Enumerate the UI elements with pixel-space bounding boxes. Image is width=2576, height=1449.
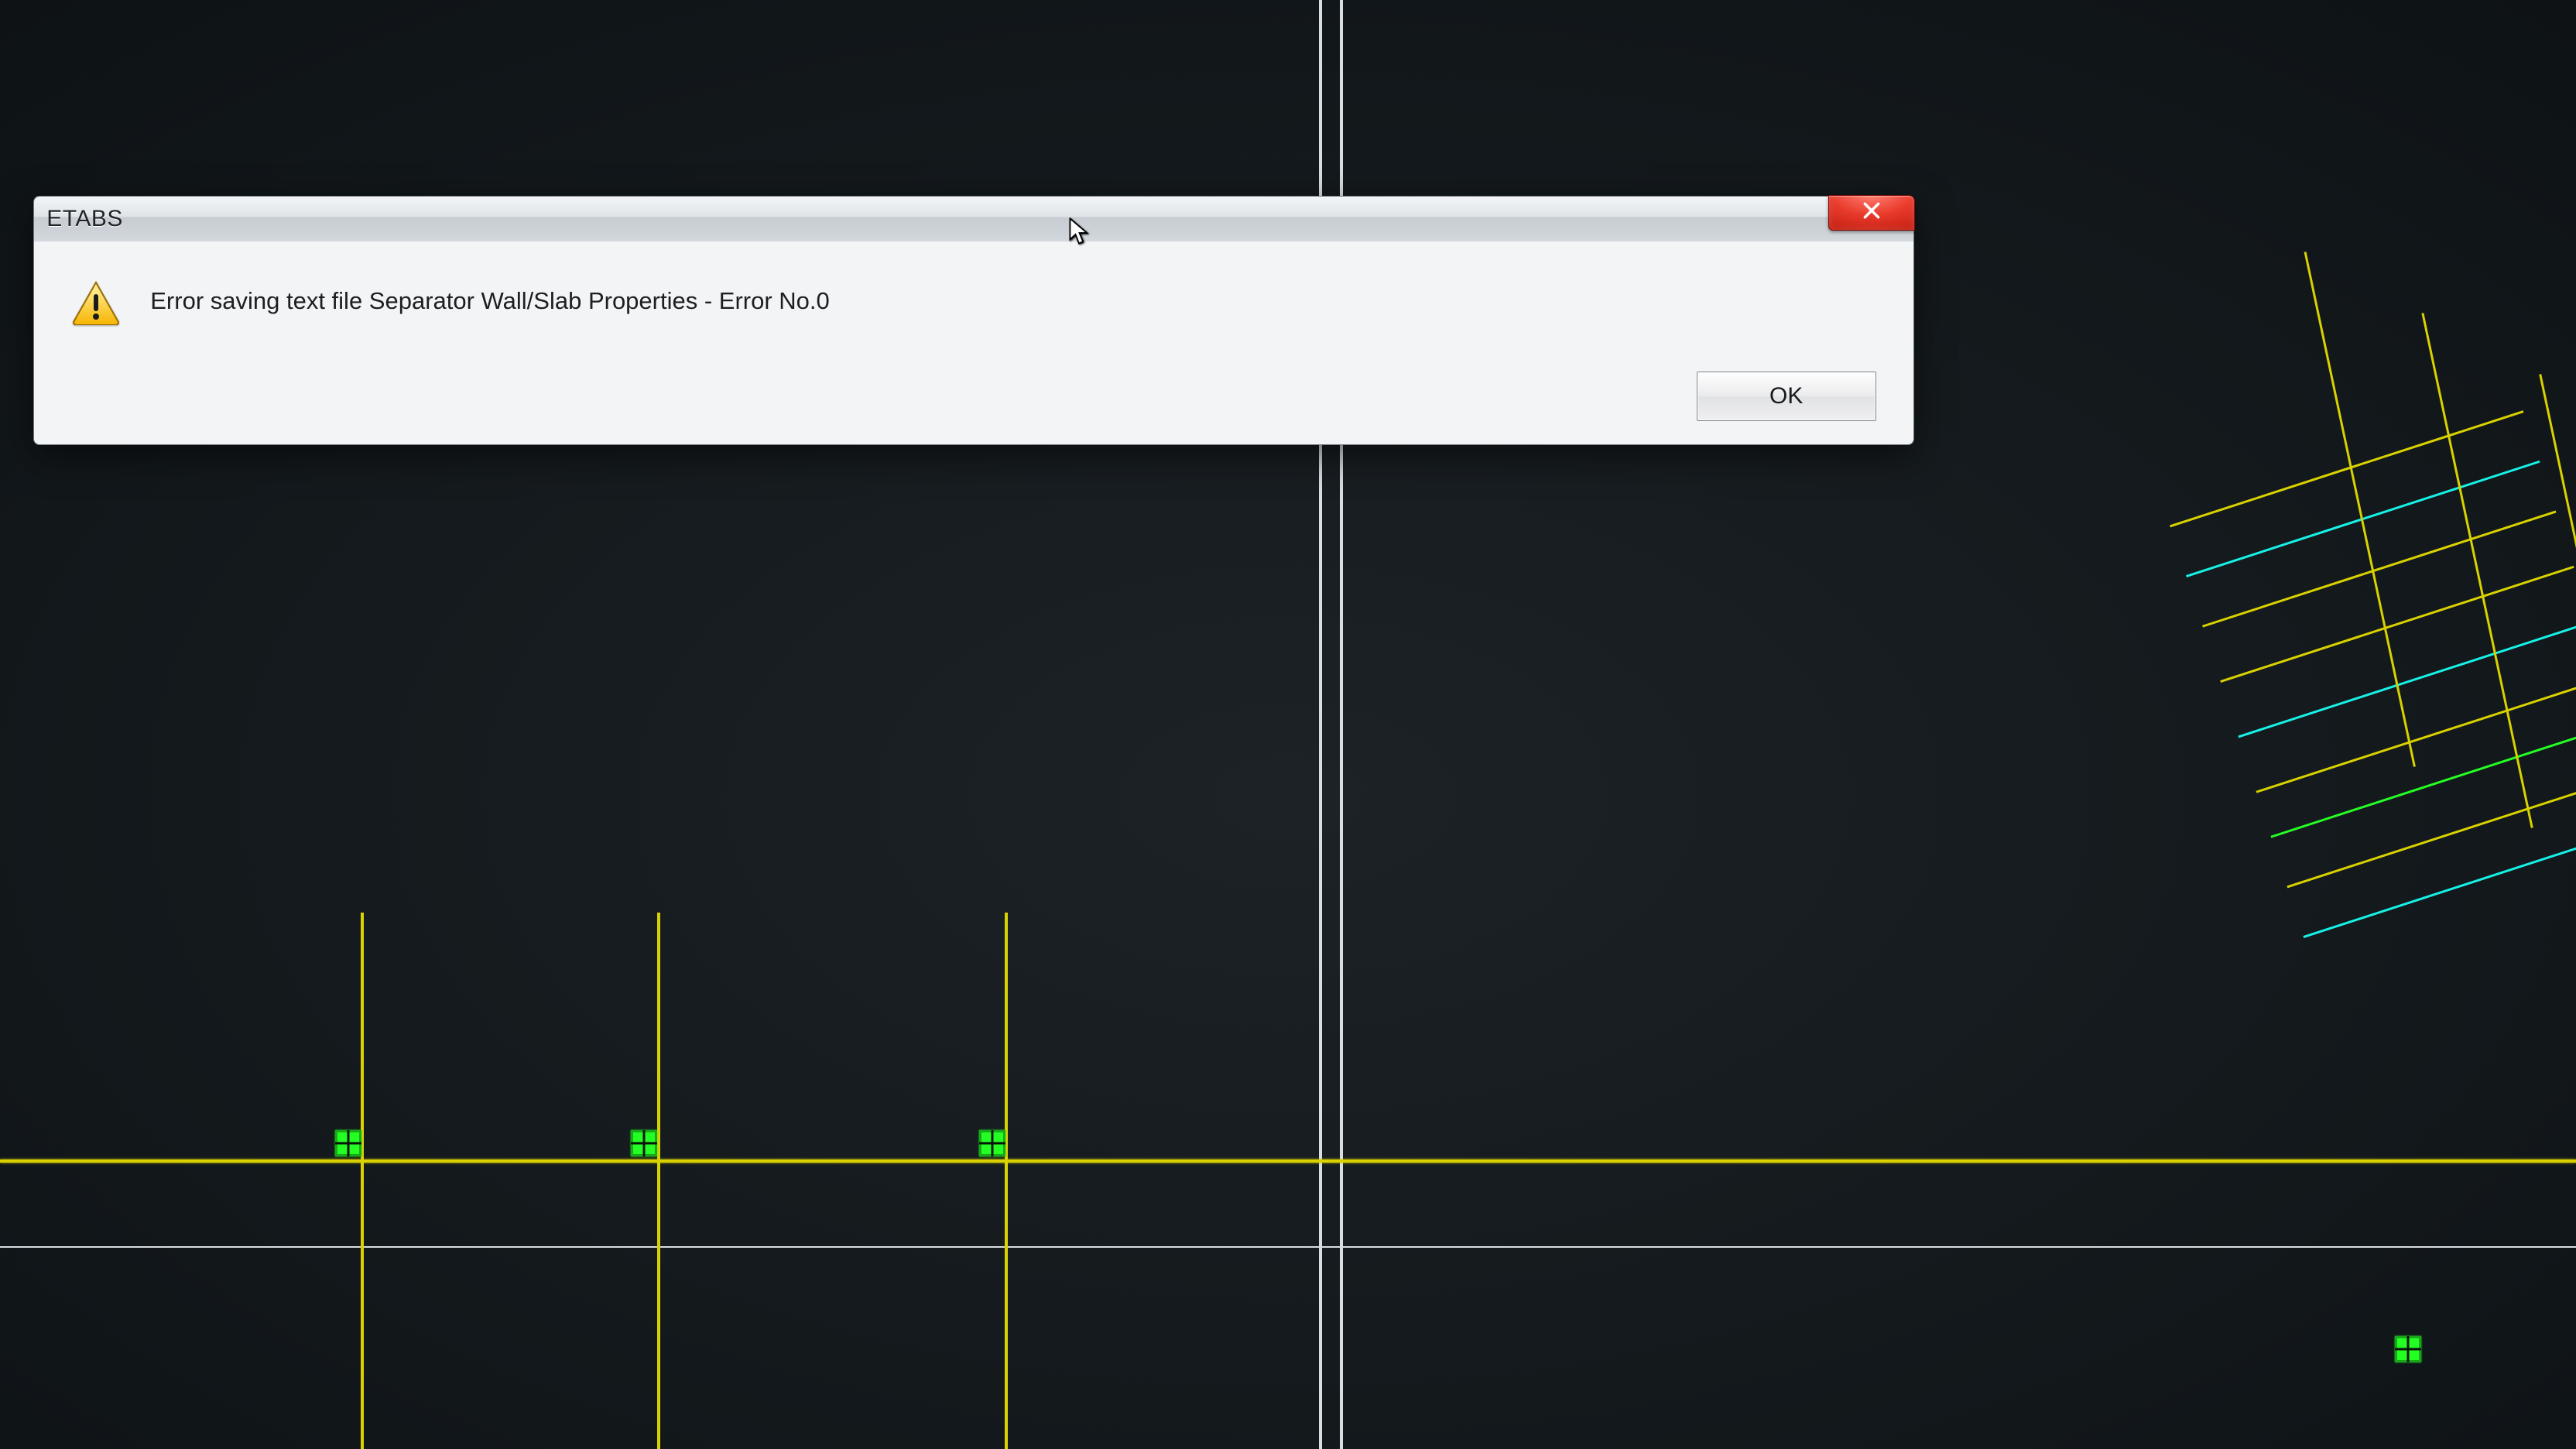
bg-grid-line (1005, 913, 1008, 1449)
bg-grid-line (657, 913, 660, 1449)
dialog-message: Error saving text file Separator Wall/Sl… (150, 280, 830, 317)
bg-grid-line (361, 913, 364, 1449)
dialog-body: Error saving text file Separator Wall/Sl… (33, 242, 1913, 445)
bg-node (2395, 1336, 2421, 1362)
dialog-title: ETABS (46, 206, 123, 232)
error-dialog: ETABS (33, 196, 1913, 445)
dialog-titlebar[interactable]: ETABS (33, 196, 1913, 242)
bg-node (979, 1130, 1005, 1156)
close-button[interactable] (1828, 195, 1915, 231)
bg-grid-line (0, 1160, 2576, 1163)
bg-node (335, 1130, 361, 1156)
bg-node (631, 1130, 657, 1156)
bg-wireframe (2163, 390, 2576, 1005)
warning-icon (71, 280, 121, 325)
close-icon (1862, 200, 1882, 224)
mouse-cursor-icon (1069, 218, 1089, 245)
bg-grid-line (0, 1246, 2576, 1248)
ok-button[interactable]: OK (1697, 372, 1876, 421)
